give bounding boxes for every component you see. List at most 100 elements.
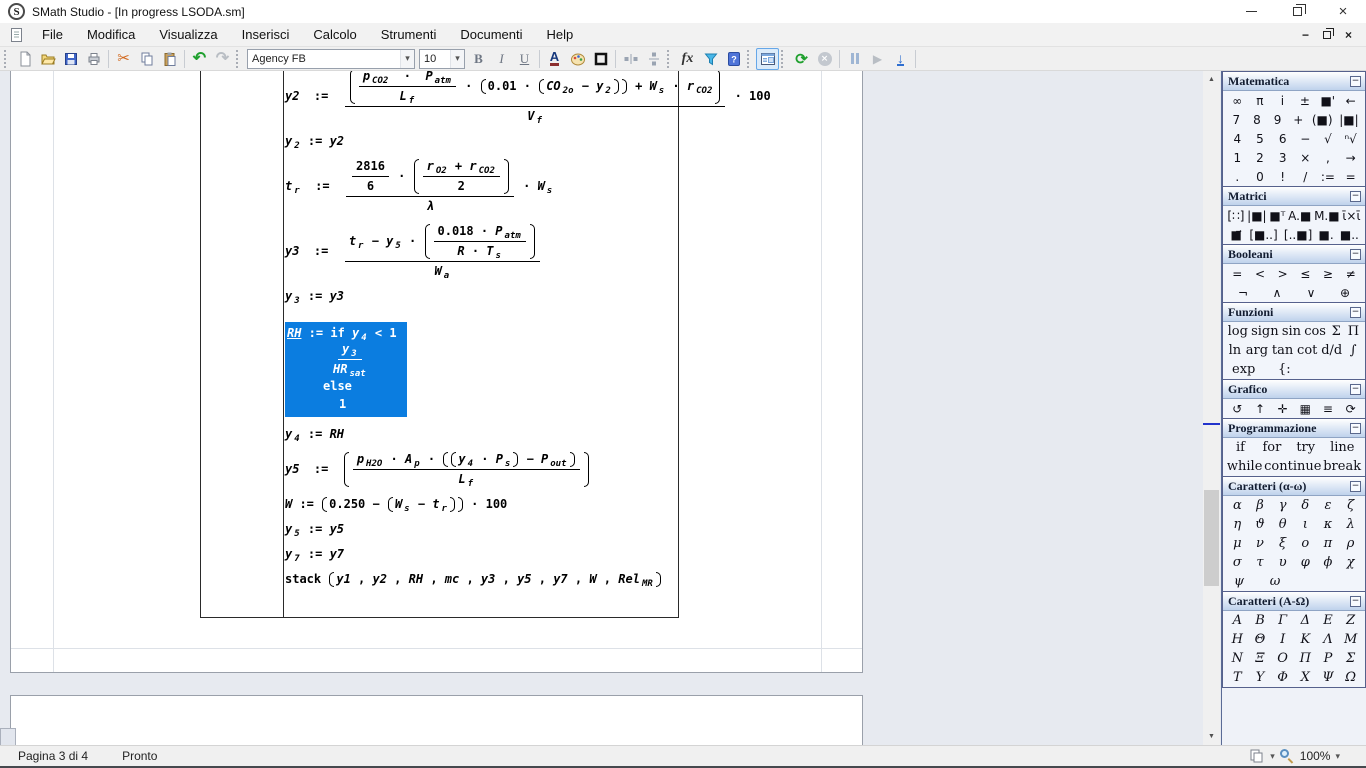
palette-button[interactable]: − <box>1298 132 1312 146</box>
palette-button[interactable]: ← <box>1344 94 1358 108</box>
worksheet-page-4[interactable] <box>10 695 863 745</box>
palette-button[interactable]: Θ <box>1253 632 1267 647</box>
palette-button[interactable]: = <box>1344 170 1358 184</box>
palette-button[interactable]: κ <box>1321 517 1335 532</box>
palette-button[interactable]: ν <box>1253 536 1267 551</box>
font-color-button[interactable]: A <box>543 48 566 70</box>
palette-button[interactable]: i <box>1275 94 1289 108</box>
palette-button[interactable]: Π <box>1346 324 1360 339</box>
palette-button[interactable]: √ <box>1321 132 1335 146</box>
palette-button[interactable]: ■' <box>1320 94 1335 108</box>
dropdown-arrow-icon[interactable]: ▾ <box>400 50 414 68</box>
palette-button[interactable]: μ <box>1230 536 1244 551</box>
palette-button[interactable]: exp <box>1232 362 1255 377</box>
collapse-icon[interactable]: − <box>1350 423 1361 434</box>
collapse-icon[interactable]: − <box>1350 76 1361 87</box>
palette-button[interactable]: ≤ <box>1298 267 1312 281</box>
palette-button[interactable]: ψ <box>1232 574 1246 589</box>
palette-button[interactable]: > <box>1276 267 1290 281</box>
palette-button[interactable]: ο <box>1298 536 1312 551</box>
palette-button[interactable]: 2 <box>1253 151 1267 165</box>
palette-button[interactable]: E <box>1321 613 1335 628</box>
collapse-icon[interactable]: − <box>1350 481 1361 492</box>
palette-button[interactable]: |■| <box>1247 209 1266 223</box>
palette-button[interactable]: [..■] <box>1284 228 1312 242</box>
palette-button[interactable]: ¬ <box>1236 286 1250 300</box>
minimize-button[interactable] <box>1228 0 1274 23</box>
collapse-icon[interactable]: − <box>1350 249 1361 260</box>
palette-button[interactable]: ι <box>1298 517 1312 532</box>
dropdown-arrow-icon[interactable]: ▾ <box>450 50 464 68</box>
vertical-scrollbar[interactable]: ▲ ▼ <box>1203 71 1220 745</box>
palette-button[interactable]: λ <box>1344 517 1358 532</box>
menu-strumenti[interactable]: Strumenti <box>369 23 449 46</box>
menu-inserisci[interactable]: Inserisci <box>230 23 302 46</box>
palette-button[interactable]: M.■ <box>1314 209 1340 223</box>
help-reference-button[interactable]: ? <box>722 48 745 70</box>
palette-button[interactable]: ! <box>1276 170 1290 184</box>
palette-button[interactable]: {: <box>1277 362 1291 377</box>
palette-button[interactable]: 8 <box>1250 113 1264 127</box>
palette-button[interactable]: [∷] <box>1227 209 1244 223</box>
bold-button[interactable]: B <box>467 48 490 70</box>
equation[interactable]: stack y1 , y2 , RH , mc , y3 , y5 , y7 ,… <box>285 572 662 587</box>
equation[interactable]: tr := 28166 · rO2 + rCO22λ · Ws <box>285 159 553 214</box>
doc-minimize-button[interactable]: − <box>1302 29 1309 41</box>
palette-button[interactable]: continue <box>1264 459 1321 474</box>
restore-button[interactable] <box>1274 0 1320 23</box>
background-color-button[interactable] <box>566 48 589 70</box>
palette-button[interactable]: [■..] <box>1249 228 1277 242</box>
palette-button[interactable]: ϕ <box>1321 555 1335 570</box>
palette-button[interactable]: ■ᵀ <box>1269 209 1285 223</box>
save-button[interactable] <box>59 48 82 70</box>
palette-button[interactable]: . <box>1230 170 1244 184</box>
palette-button[interactable]: π <box>1321 536 1335 551</box>
palette-button[interactable]: Y <box>1253 670 1267 685</box>
palette-button[interactable]: cos <box>1304 324 1326 339</box>
equation[interactable]: y5 := y5 <box>285 522 344 537</box>
menu-help[interactable]: Help <box>535 23 586 46</box>
scroll-down-arrow[interactable]: ▼ <box>1203 728 1220 745</box>
palette-button[interactable]: Δ <box>1298 613 1312 628</box>
palette-button[interactable]: O <box>1276 651 1290 666</box>
equation[interactable]: RH := if y4 < 1y3HRsatelse1 <box>285 322 407 417</box>
recalculate-button[interactable]: ⟳ <box>790 48 813 70</box>
palette-button[interactable]: θ <box>1276 517 1290 532</box>
palette-button[interactable]: sign <box>1251 324 1279 339</box>
palette-button[interactable]: υ <box>1276 555 1290 570</box>
page-layout-icon[interactable] <box>1249 748 1265 764</box>
scrollbar-thumb[interactable] <box>1204 490 1219 586</box>
equation[interactable]: y5 := pH2O · Ap · y4 · Ps − PoutLf <box>285 452 590 487</box>
palette-button[interactable]: ∫ <box>1346 343 1360 358</box>
palette-button[interactable]: ± <box>1298 94 1312 108</box>
palette-button[interactable]: line <box>1330 440 1354 455</box>
equation[interactable]: y2 := pCO2 · PatmLf · 0.01 · CO2o − y2 +… <box>285 71 771 124</box>
redo-button[interactable]: ↷ <box>211 48 234 70</box>
palette-button[interactable]: π <box>1253 94 1267 108</box>
palette-button[interactable]: 5 <box>1253 132 1267 146</box>
underline-button[interactable]: U <box>513 48 536 70</box>
function-button[interactable]: fx <box>676 48 699 70</box>
collapse-icon[interactable]: − <box>1350 596 1361 607</box>
palette-button[interactable]: ῑ×ῑ <box>1342 209 1360 223</box>
palette-button[interactable]: arg <box>1246 343 1268 358</box>
border-button[interactable] <box>589 48 612 70</box>
align-vertical-button[interactable] <box>642 48 665 70</box>
collapse-icon[interactable]: − <box>1350 191 1361 202</box>
palette-button[interactable]: Λ <box>1321 632 1335 647</box>
undo-button[interactable]: ↶ <box>188 48 211 70</box>
equation[interactable]: y3 := y3 <box>285 289 344 304</box>
palette-button[interactable]: ⊕ <box>1338 286 1352 300</box>
worksheet-canvas[interactable]: y2 := pCO2 · PatmLf · 0.01 · CO2o − y2 +… <box>0 71 1221 745</box>
palette-button[interactable]: try <box>1296 440 1315 455</box>
font-name-combo[interactable]: Agency FB ▾ <box>247 49 415 69</box>
palette-button[interactable]: ≠ <box>1344 267 1358 281</box>
palette-button[interactable]: if <box>1233 440 1247 455</box>
palette-button[interactable]: < <box>1253 267 1267 281</box>
palette-button[interactable]: 7 <box>1229 113 1243 127</box>
palette-button[interactable]: ⁿ√ <box>1344 132 1358 146</box>
palette-button[interactable]: τ <box>1253 555 1267 570</box>
palette-button[interactable]: ✛ <box>1276 402 1290 416</box>
menu-modifica[interactable]: Modifica <box>75 23 147 46</box>
palette-button[interactable]: X <box>1298 670 1312 685</box>
